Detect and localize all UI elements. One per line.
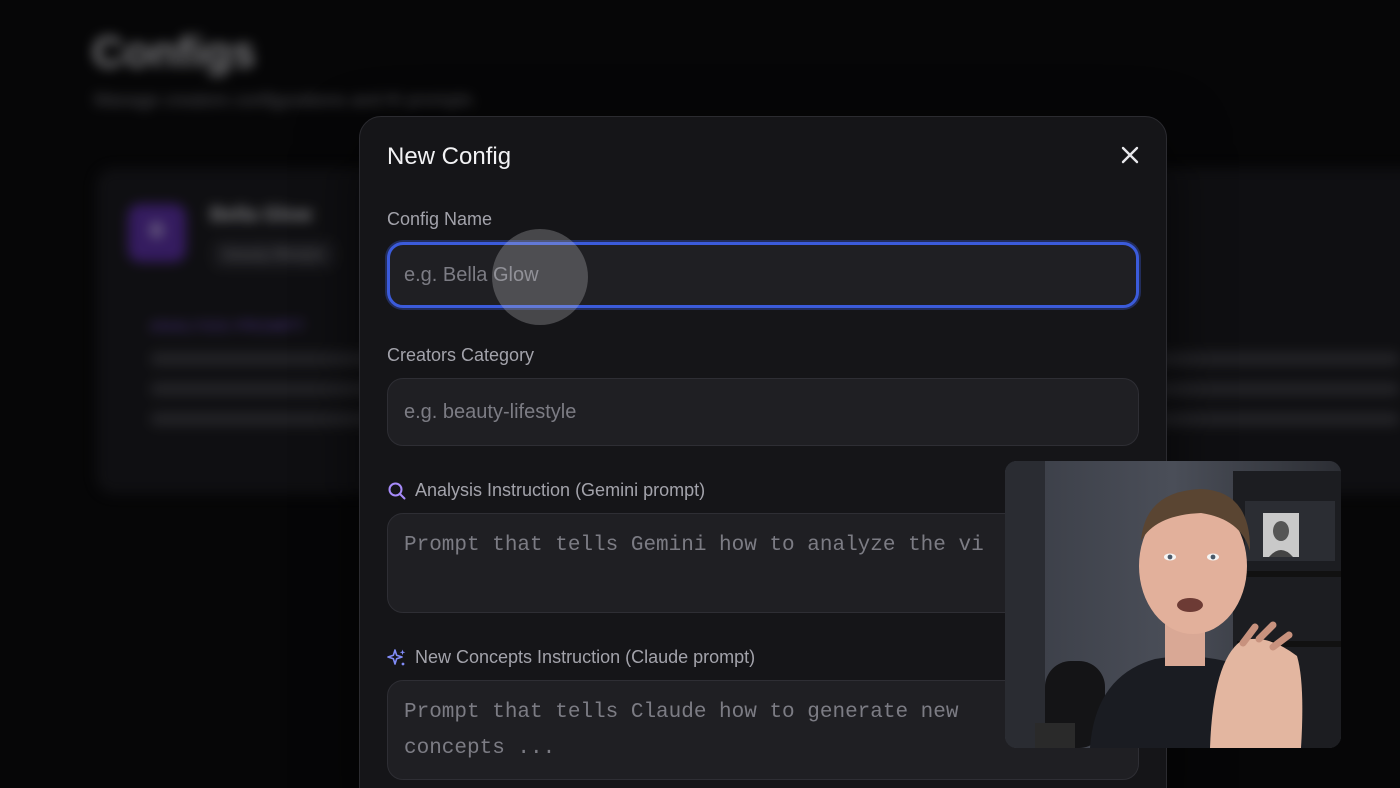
- config-card-tag: beauty-lifestyle: [212, 240, 337, 269]
- config-card-section-label: ANALYSIS PROMPT: [150, 318, 306, 335]
- creators-category-label-text: Creators Category: [387, 345, 535, 365]
- analysis-instruction-label: Analysis Instruction (Gemini prompt): [387, 480, 705, 501]
- config-card-name: Bella Glow: [210, 204, 313, 226]
- close-icon: [1121, 146, 1139, 164]
- creators-category-input[interactable]: [387, 378, 1139, 446]
- app-stage: Configs Manage creators configurations a…: [0, 0, 1400, 788]
- webcam-overlay: [1005, 461, 1341, 748]
- config-name-label: Config Name: [387, 209, 492, 230]
- analysis-instruction-label-text: Analysis Instruction (Gemini prompt): [415, 480, 706, 500]
- creators-category-label: Creators Category: [387, 345, 534, 366]
- concepts-instruction-label: New Concepts Instruction (Claude prompt): [387, 647, 755, 668]
- config-name-label-text: Config Name: [387, 209, 493, 229]
- sparkles-icon: [387, 648, 406, 665]
- presenter-video-image: [1005, 461, 1341, 748]
- search-icon: [388, 482, 406, 499]
- page-title: Configs: [92, 28, 256, 77]
- concepts-instruction-label-text: New Concepts Instruction (Claude prompt): [415, 647, 756, 667]
- page-subtitle: Manage creators configurations and AI pr…: [94, 90, 473, 110]
- config-avatar: B: [128, 204, 186, 262]
- close-button[interactable]: [1116, 141, 1144, 169]
- modal-title: New Config: [387, 143, 512, 170]
- config-name-input[interactable]: [387, 242, 1139, 308]
- avatar-letter: B: [149, 220, 165, 242]
